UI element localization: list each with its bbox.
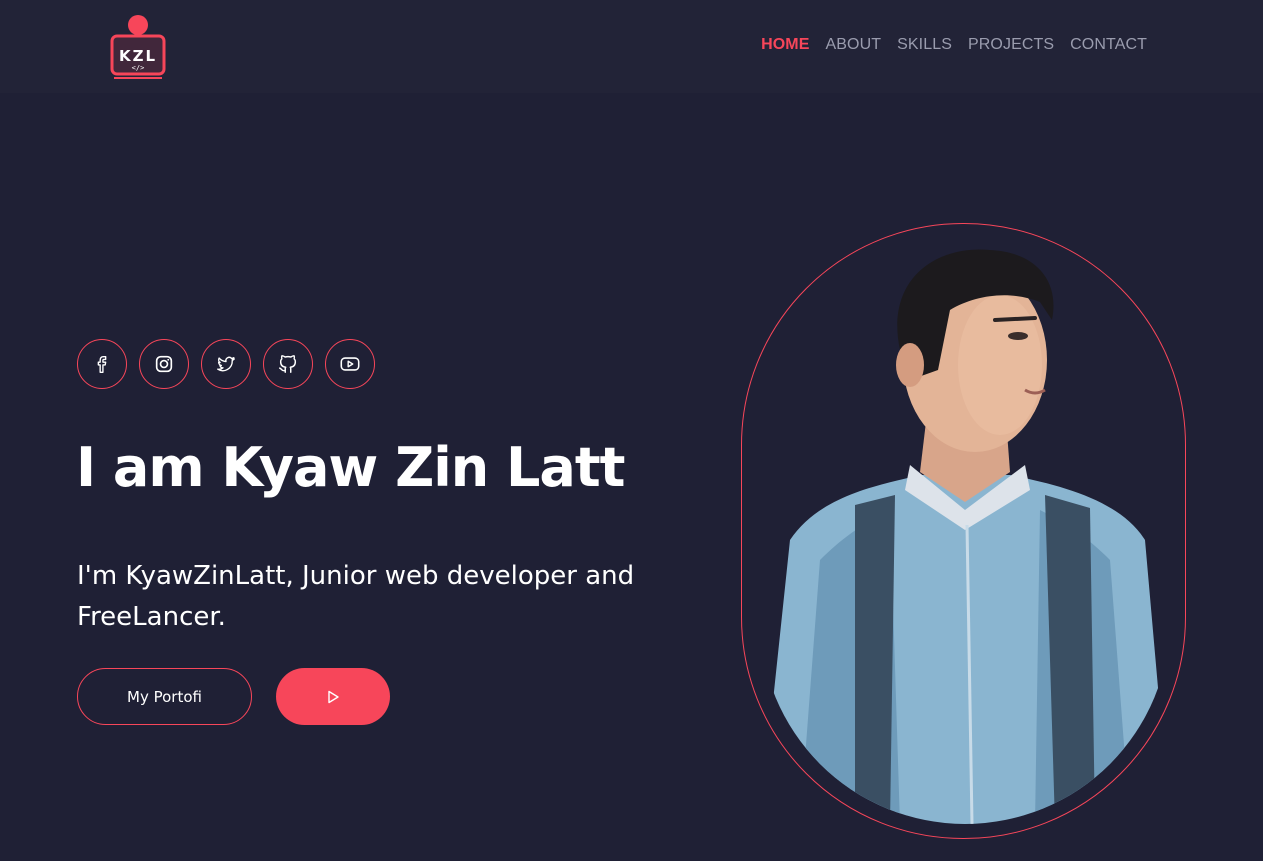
nav-projects[interactable]: PROJECTS bbox=[968, 36, 1054, 54]
nav-about[interactable]: ABOUT bbox=[826, 36, 882, 54]
site-header: KZL </> HOME ABOUT SKILLS PROJECTS CONTA… bbox=[0, 0, 1263, 93]
facebook-link[interactable] bbox=[77, 339, 127, 389]
play-button[interactable] bbox=[276, 668, 390, 725]
youtube-link[interactable] bbox=[325, 339, 375, 389]
svg-text:</>: </> bbox=[132, 64, 145, 72]
instagram-link[interactable] bbox=[139, 339, 189, 389]
instagram-icon bbox=[155, 355, 173, 373]
profile-photo bbox=[760, 240, 1170, 824]
nav-skills[interactable]: SKILLS bbox=[897, 36, 952, 54]
github-link[interactable] bbox=[263, 339, 313, 389]
twitter-icon bbox=[217, 356, 235, 372]
twitter-link[interactable] bbox=[201, 339, 251, 389]
logo-text: KZL bbox=[119, 47, 157, 65]
logo-icon: KZL </> bbox=[110, 15, 166, 79]
nav-contact[interactable]: CONTACT bbox=[1070, 36, 1147, 54]
facebook-icon bbox=[97, 355, 107, 373]
portfolio-button[interactable]: My Portofi bbox=[77, 668, 252, 725]
play-icon bbox=[328, 690, 339, 703]
github-icon bbox=[279, 355, 297, 373]
main-nav: HOME ABOUT SKILLS PROJECTS CONTACT bbox=[761, 36, 1147, 54]
site-logo[interactable]: KZL </> bbox=[108, 14, 168, 80]
hero-title: I am Kyaw Zin Latt bbox=[76, 436, 625, 499]
nav-home[interactable]: HOME bbox=[761, 36, 809, 54]
youtube-icon bbox=[340, 357, 360, 371]
social-links bbox=[77, 339, 375, 389]
hero-subtitle: I'm KyawZinLatt, Junior web developer an… bbox=[77, 561, 635, 632]
